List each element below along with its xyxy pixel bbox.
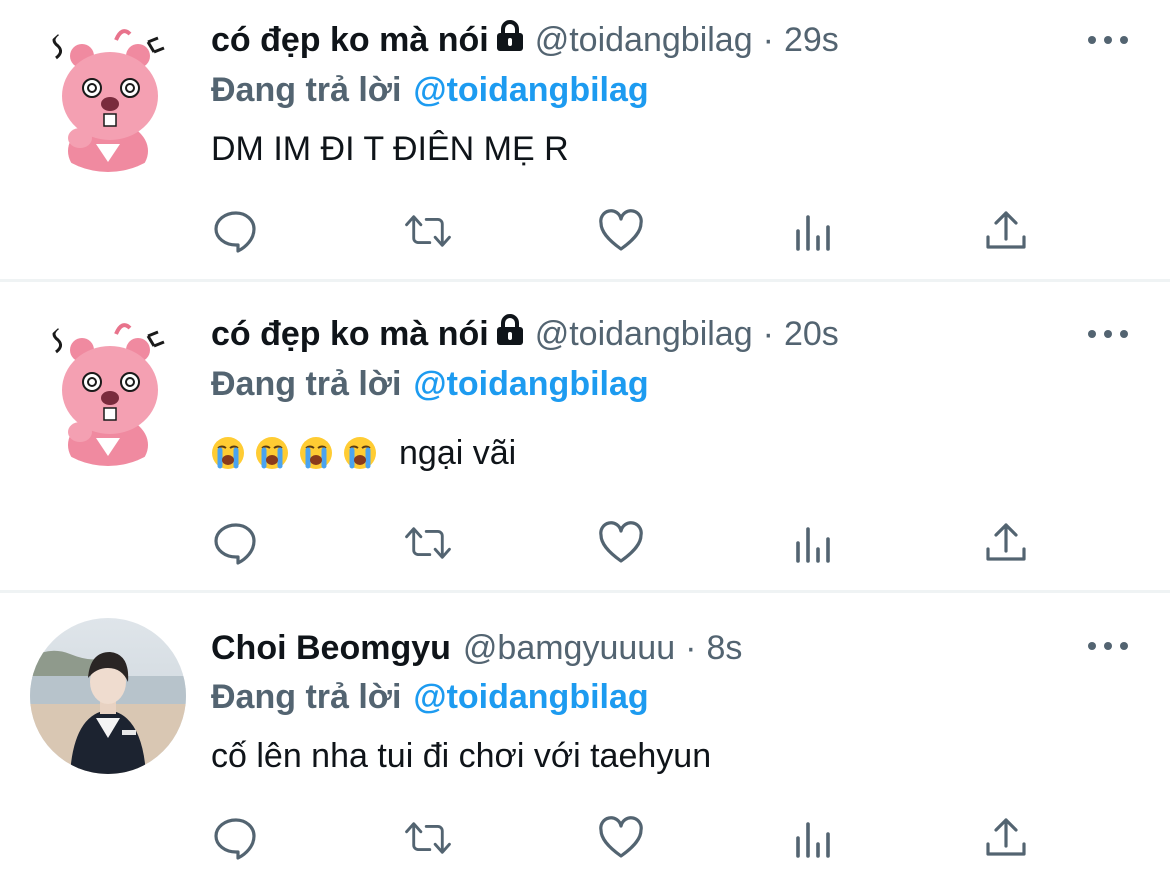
- tweet[interactable]: có đẹp ko mà nói @toidangbilag · 20s Đan…: [0, 282, 1170, 590]
- pink-beaver-avatar-icon: [30, 310, 186, 466]
- more-options-icon[interactable]: [1088, 328, 1128, 340]
- user-handle[interactable]: @toidangbilag: [535, 21, 753, 60]
- separator-dot: ·: [762, 20, 774, 59]
- reply-context: Đang trả lời @toidangbilag: [211, 68, 649, 112]
- like-icon[interactable]: [596, 518, 646, 568]
- more-options-icon[interactable]: [1088, 640, 1128, 652]
- lock-icon: [495, 19, 525, 61]
- reply-icon[interactable]: [211, 813, 261, 863]
- reply-to-handle[interactable]: @toidangbilag: [413, 71, 648, 110]
- tweet-header: có đẹp ko mà nói @toidangbilag · 20s: [211, 312, 839, 356]
- display-name[interactable]: có đẹp ko mà nói: [211, 315, 489, 354]
- reply-prefix: Đang trả lời: [211, 364, 402, 403]
- tweet[interactable]: có đẹp ko mà nói @toidangbilag · 29s Đan…: [0, 0, 1170, 279]
- tweet[interactable]: Choi Beomgyu @bamgyuuuu · 8s Đang trả lờ…: [0, 593, 1170, 876]
- share-icon[interactable]: [981, 206, 1031, 256]
- analytics-icon[interactable]: [789, 518, 839, 568]
- user-handle[interactable]: @toidangbilag: [535, 315, 753, 354]
- display-name[interactable]: Choi Beomgyu: [211, 629, 451, 668]
- action-bar: [211, 206, 1041, 256]
- display-name[interactable]: có đẹp ko mà nói: [211, 21, 489, 60]
- tweet-text: cố lên nha tui đi chơi với taehyun: [211, 733, 711, 779]
- separator-dot: ·: [762, 314, 774, 353]
- reply-to-handle[interactable]: @toidangbilag: [413, 678, 648, 717]
- crying-face-emoji-icon: [211, 436, 245, 470]
- more-options-icon[interactable]: [1088, 34, 1128, 46]
- timestamp[interactable]: 29s: [784, 21, 839, 60]
- like-icon[interactable]: [596, 813, 646, 863]
- person-photo-avatar-icon: [30, 618, 186, 774]
- analytics-icon[interactable]: [789, 206, 839, 256]
- tweet-header: có đẹp ko mà nói @toidangbilag · 29s: [211, 18, 839, 62]
- crying-face-emoji-icon: [343, 436, 377, 470]
- avatar[interactable]: [30, 618, 186, 774]
- analytics-icon[interactable]: [789, 813, 839, 863]
- action-bar: [211, 813, 1041, 863]
- tweet-text-content: DM IM ĐI T ĐIÊN MẸ R: [211, 129, 569, 168]
- user-handle[interactable]: @bamgyuuuu: [463, 629, 675, 668]
- tweet-text: ngại vãi: [211, 430, 516, 476]
- reply-to-handle[interactable]: @toidangbilag: [413, 365, 648, 404]
- reply-icon[interactable]: [211, 206, 261, 256]
- pink-beaver-avatar-icon: [30, 16, 186, 172]
- reply-context: Đang trả lời @toidangbilag: [211, 362, 649, 406]
- reply-context: Đang trả lời @toidangbilag: [211, 675, 649, 719]
- reply-icon[interactable]: [211, 518, 261, 568]
- like-icon[interactable]: [596, 206, 646, 256]
- retweet-icon[interactable]: [403, 518, 453, 568]
- action-bar: [211, 518, 1041, 568]
- retweet-icon[interactable]: [403, 813, 453, 863]
- timestamp[interactable]: 8s: [706, 629, 742, 668]
- avatar[interactable]: [30, 310, 186, 466]
- tweet-text-content: cố lên nha tui đi chơi với taehyun: [211, 736, 712, 775]
- crying-face-emoji-icon: [299, 436, 333, 470]
- tweet-header: Choi Beomgyu @bamgyuuuu · 8s: [211, 626, 742, 670]
- share-icon[interactable]: [981, 518, 1031, 568]
- avatar[interactable]: [30, 16, 186, 172]
- reply-prefix: Đang trả lời: [211, 70, 402, 109]
- tweet-text-content: ngại vãi: [399, 433, 517, 472]
- lock-icon: [495, 313, 525, 355]
- tweet-text: DM IM ĐI T ĐIÊN MẸ R: [211, 126, 569, 172]
- retweet-icon[interactable]: [403, 206, 453, 256]
- share-icon[interactable]: [981, 813, 1031, 863]
- reply-prefix: Đang trả lời: [211, 677, 402, 716]
- crying-face-emoji-icon: [255, 436, 289, 470]
- timestamp[interactable]: 20s: [784, 315, 839, 354]
- separator-dot: ·: [685, 628, 697, 667]
